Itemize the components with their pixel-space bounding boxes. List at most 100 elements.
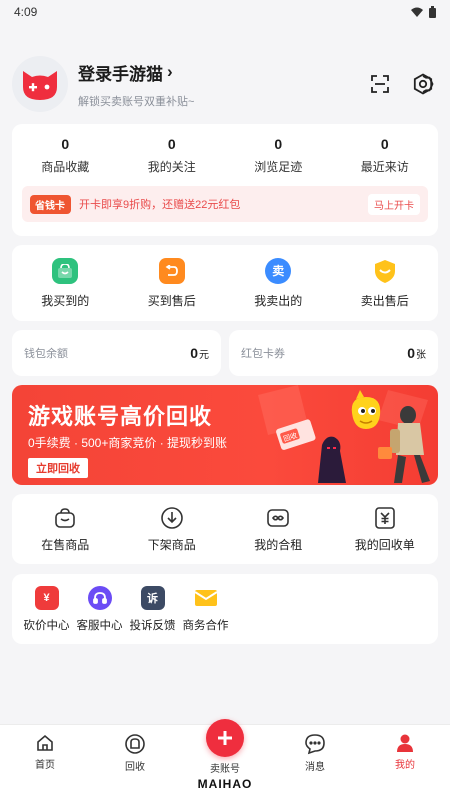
tab-mine[interactable]: 我的 bbox=[360, 725, 450, 800]
envelope-icon bbox=[193, 586, 218, 610]
service-label: 砍价中心 bbox=[23, 619, 70, 632]
order-bought-aftersale[interactable]: 买到售后 bbox=[119, 257, 226, 309]
wallet-balance-label: 钱包余额 bbox=[24, 348, 68, 360]
balance-amount: 0 bbox=[190, 345, 198, 361]
promo-text: 开卡即享9折购，还赠送22元红包 bbox=[79, 199, 241, 211]
download-circle-icon bbox=[160, 506, 183, 529]
profile-subtitle: 解锁买卖账号双重补贴~ bbox=[78, 95, 195, 108]
complaint-glyph: 诉 bbox=[147, 592, 158, 605]
stat-following[interactable]: 0 我的关注 bbox=[119, 136, 226, 175]
stat-visitors[interactable]: 0 最近来访 bbox=[332, 136, 439, 175]
recycle-now-button[interactable]: 立即回收 bbox=[28, 458, 88, 478]
stat-value: 0 bbox=[167, 136, 176, 152]
stats-card: 0 商品收藏 0 我的关注 0 浏览足迹 0 最近来访 省钱卡 开卡即享9折购，… bbox=[12, 124, 438, 236]
plus-icon bbox=[206, 719, 244, 757]
scan-icon[interactable] bbox=[370, 74, 390, 94]
tab-label: 首页 bbox=[35, 760, 55, 771]
savings-card-promo[interactable]: 省钱卡 开卡即享9折购，还赠送22元红包 马上开卡 bbox=[22, 186, 428, 222]
tool-on-sale[interactable]: 在售商品 bbox=[12, 506, 119, 553]
avatar[interactable] bbox=[12, 56, 68, 112]
bargain-icon: ¥ bbox=[34, 585, 59, 610]
service-support[interactable]: 客服中心 bbox=[73, 585, 126, 633]
mascot-icon bbox=[351, 390, 381, 429]
wallet-balance-value: 0元 bbox=[190, 345, 209, 361]
order-sold[interactable]: 卖 我卖出的 bbox=[225, 257, 332, 309]
yuan-receipt-icon bbox=[374, 506, 395, 529]
coupon-amount: 0 bbox=[407, 345, 415, 361]
return-icon bbox=[158, 257, 185, 284]
stat-label: 我的关注 bbox=[147, 160, 196, 174]
shield-icon bbox=[372, 258, 398, 284]
tab-recycle[interactable]: 回收 bbox=[90, 725, 180, 800]
stat-label: 最近来访 bbox=[360, 160, 409, 174]
bargain-glyph: ¥ bbox=[43, 591, 50, 604]
login-title[interactable]: 登录手游猫 › bbox=[78, 60, 194, 85]
stat-value: 0 bbox=[61, 136, 70, 152]
tab-label: 我的 bbox=[395, 760, 415, 771]
coupon-label: 红包卡券 bbox=[241, 348, 285, 360]
tab-label: 回收 bbox=[125, 762, 145, 773]
recycle-banner[interactable]: 回收 游戏账号高价回收 0手续费 · 500+商家竞价 · 提现秒到账 立即回收 bbox=[12, 385, 438, 485]
savings-card-badge: 省钱卡 bbox=[30, 194, 71, 214]
banner-title: 游戏账号高价回收 bbox=[28, 404, 213, 429]
profile-header[interactable]: 登录手游猫 › 解锁买卖账号双重补贴~ bbox=[12, 52, 438, 116]
stat-label: 商品收藏 bbox=[41, 160, 90, 174]
sell-glyph: 卖 bbox=[272, 264, 285, 278]
settings-gear-icon[interactable] bbox=[412, 73, 434, 95]
order-label: 卖出售后 bbox=[360, 293, 409, 308]
stat-label: 浏览足迹 bbox=[254, 160, 303, 174]
service-label: 投诉反馈 bbox=[129, 619, 176, 632]
order-bought[interactable]: 我买到的 bbox=[12, 257, 119, 309]
tab-sell-account[interactable]: 卖账号 MAIHAO bbox=[180, 719, 270, 800]
sell-icon: 卖 bbox=[265, 257, 292, 284]
balance-unit: 元 bbox=[199, 350, 209, 361]
tab-messages[interactable]: 消息 bbox=[270, 725, 360, 800]
tab-home[interactable]: 首页 bbox=[0, 725, 90, 800]
message-icon bbox=[305, 734, 325, 755]
tool-recycle-orders[interactable]: 我的回收单 bbox=[332, 506, 439, 553]
tool-label: 我的回收单 bbox=[354, 537, 415, 552]
user-icon bbox=[397, 734, 413, 752]
services-card: ¥ 砍价中心 客服中心 诉 投诉反馈 商务合作 bbox=[12, 574, 438, 644]
shop-bag-icon bbox=[55, 507, 76, 528]
brand-wordmark: MAIHAO bbox=[197, 777, 253, 791]
complaint-icon: 诉 bbox=[140, 585, 165, 610]
service-label: 商务合作 bbox=[182, 619, 229, 632]
status-bar: 4:09 bbox=[0, 0, 450, 24]
order-label: 我卖出的 bbox=[254, 293, 303, 308]
service-label: 客服中心 bbox=[76, 619, 123, 632]
orders-card: 我买到的 买到售后 卖 我卖出的 卖出售后 bbox=[12, 245, 438, 321]
stat-value: 0 bbox=[380, 136, 389, 152]
stat-history[interactable]: 0 浏览足迹 bbox=[225, 136, 332, 175]
tool-off-shelf[interactable]: 下架商品 bbox=[119, 506, 226, 553]
tool-shared-rental[interactable]: 我的合租 bbox=[225, 506, 332, 553]
login-title-text: 登录手游猫 bbox=[78, 64, 163, 84]
banner-illustration: 回收 bbox=[258, 385, 430, 483]
cat-logo-icon bbox=[23, 71, 57, 100]
bottom-tab-bar: 首页 回收 卖账号 MAIHAO 消息 我的 bbox=[0, 719, 450, 800]
service-complaint[interactable]: 诉 投诉反馈 bbox=[126, 585, 179, 633]
bag-icon bbox=[52, 257, 79, 284]
status-icons bbox=[411, 6, 436, 18]
order-label: 买到售后 bbox=[147, 293, 196, 308]
my-items-card: 在售商品 下架商品 我的合租 我的回收单 bbox=[12, 494, 438, 564]
stat-favorites[interactable]: 0 商品收藏 bbox=[12, 136, 119, 175]
tool-label: 在售商品 bbox=[41, 537, 90, 552]
tool-label: 下架商品 bbox=[147, 537, 196, 552]
service-bargain[interactable]: ¥ 砍价中心 bbox=[20, 585, 73, 633]
tool-label: 我的合租 bbox=[254, 537, 303, 552]
service-business[interactable]: 商务合作 bbox=[179, 586, 232, 633]
order-label: 我买到的 bbox=[41, 293, 90, 308]
tab-label: 消息 bbox=[305, 762, 325, 773]
stat-value: 0 bbox=[274, 136, 283, 152]
tab-label: 卖账号 bbox=[210, 764, 240, 775]
coupon-box[interactable]: 红包卡券 0张 bbox=[229, 330, 438, 376]
coupon-value: 0张 bbox=[407, 345, 426, 361]
battery-icon bbox=[429, 6, 436, 18]
chevron-right-icon: › bbox=[167, 62, 173, 81]
order-sold-aftersale[interactable]: 卖出售后 bbox=[332, 258, 439, 309]
share-icon bbox=[267, 508, 290, 527]
open-card-button[interactable]: 马上开卡 bbox=[368, 193, 420, 215]
wallet-balance[interactable]: 钱包余额 0元 bbox=[12, 330, 221, 376]
coupon-unit: 张 bbox=[416, 350, 426, 361]
